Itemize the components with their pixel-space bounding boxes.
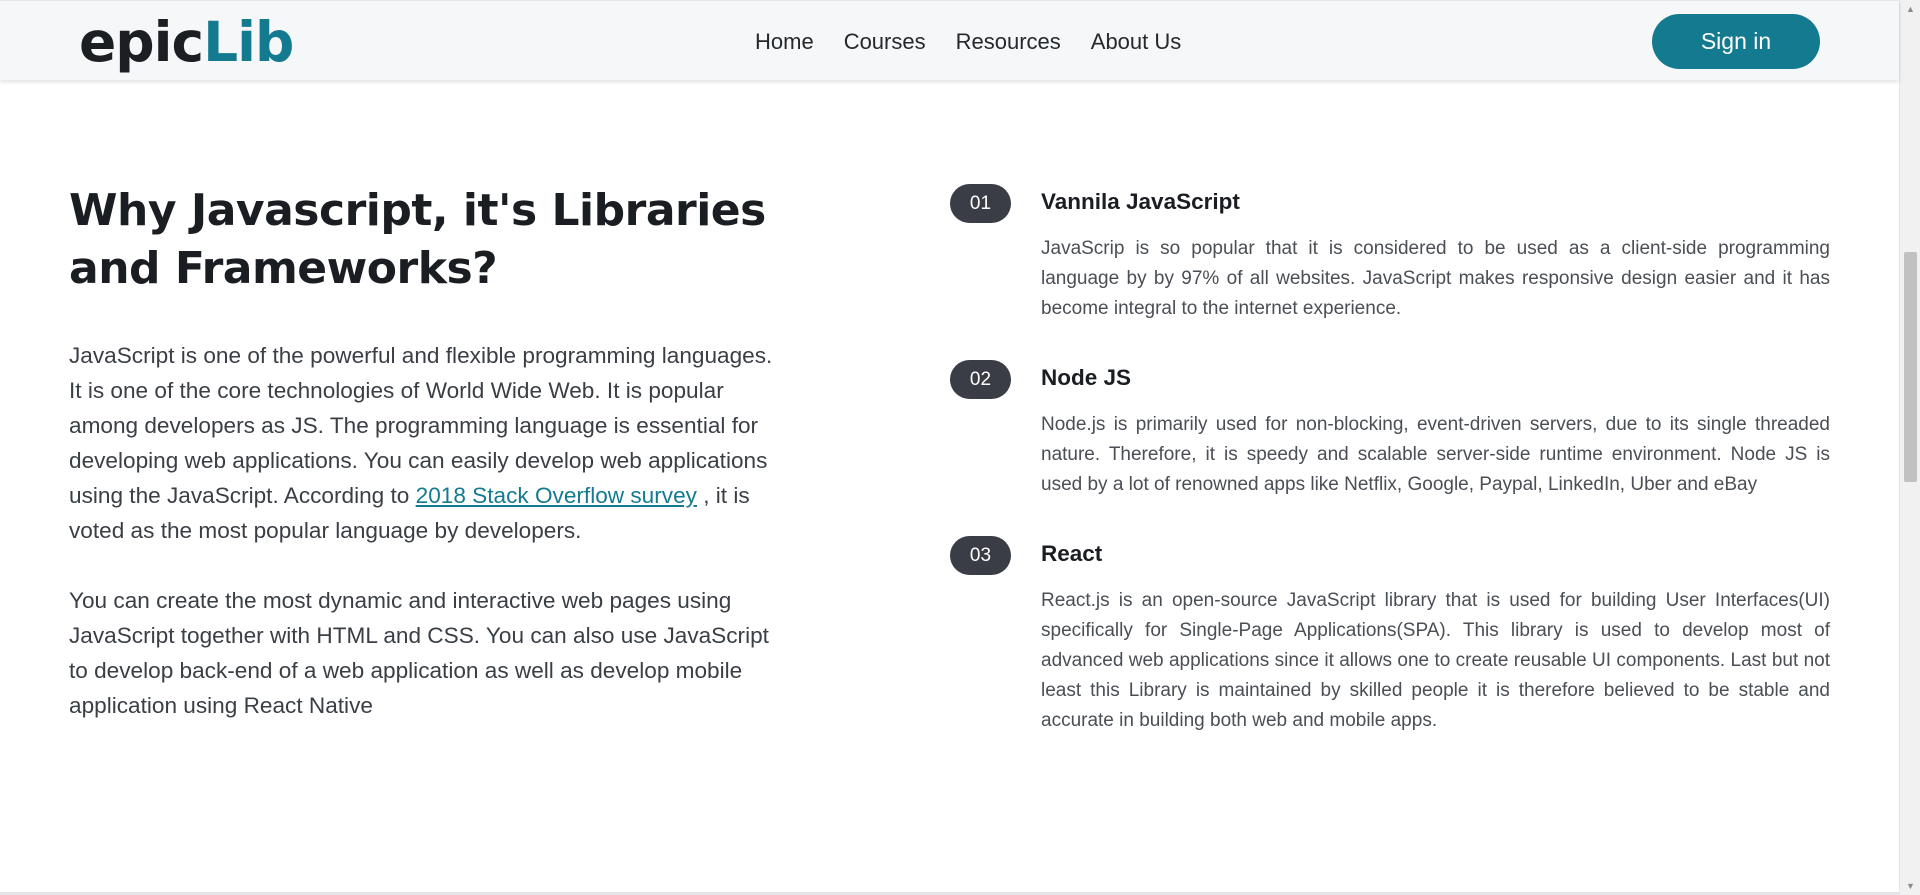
feature-number-badge: 03 <box>950 536 1011 575</box>
top-navbar: epicLib Home Courses Resources About Us … <box>0 0 1899 80</box>
intro-section: Why Javascript, it's Libraries and Frame… <box>69 182 791 723</box>
intro-paragraph-1: JavaScript is one of the powerful and fl… <box>69 338 791 548</box>
feature-title: Vannila JavaScript <box>1041 189 1240 214</box>
feature-item-vanilla-js: 01 Vannila JavaScript JavaScrip is so po… <box>950 184 1830 324</box>
intro-paragraph-2: You can create the most dynamic and inte… <box>69 588 769 718</box>
stack-overflow-survey-link[interactable]: 2018 Stack Overflow survey <box>416 483 697 508</box>
features-list: 01 Vannila JavaScript JavaScrip is so po… <box>950 183 1830 736</box>
feature-description: JavaScrip is so popular that it is consi… <box>1041 238 1830 319</box>
feature-description: React.js is an open-source JavaScript li… <box>1041 590 1830 731</box>
scrollbar-thumb[interactable] <box>1904 252 1917 482</box>
brand-logo-part1: epic <box>79 10 204 74</box>
feature-title: Node JS <box>1041 365 1132 390</box>
nav-link-resources[interactable]: Resources <box>956 27 1061 57</box>
nav-links: Home Courses Resources About Us <box>755 27 1181 57</box>
feature-item-react: 03 React React.js is an open-source Java… <box>950 536 1830 736</box>
sign-in-button[interactable]: Sign in <box>1652 14 1820 69</box>
feature-number-badge: 01 <box>950 184 1011 223</box>
feature-description: Node.js is primarily used for non-blocki… <box>1041 414 1830 495</box>
nav-link-home[interactable]: Home <box>755 27 814 57</box>
scroll-down-arrow-icon[interactable]: ▼ <box>1900 877 1920 895</box>
page: epicLib Home Courses Resources About Us … <box>0 0 1920 895</box>
nav-link-about-us[interactable]: About Us <box>1091 27 1182 57</box>
brand-logo[interactable]: epicLib <box>79 7 294 77</box>
vertical-scrollbar[interactable]: ▲ ▼ <box>1899 0 1920 895</box>
intro-title: Why Javascript, it's Libraries and Frame… <box>69 185 766 294</box>
feature-title: React <box>1041 541 1103 566</box>
feature-number-badge: 02 <box>950 360 1011 399</box>
nav-link-courses[interactable]: Courses <box>844 27 926 57</box>
feature-item-node-js: 02 Node JS Node.js is primarily used for… <box>950 360 1830 500</box>
brand-logo-part2: Lib <box>203 10 294 74</box>
scroll-up-arrow-icon[interactable]: ▲ <box>1900 0 1920 18</box>
